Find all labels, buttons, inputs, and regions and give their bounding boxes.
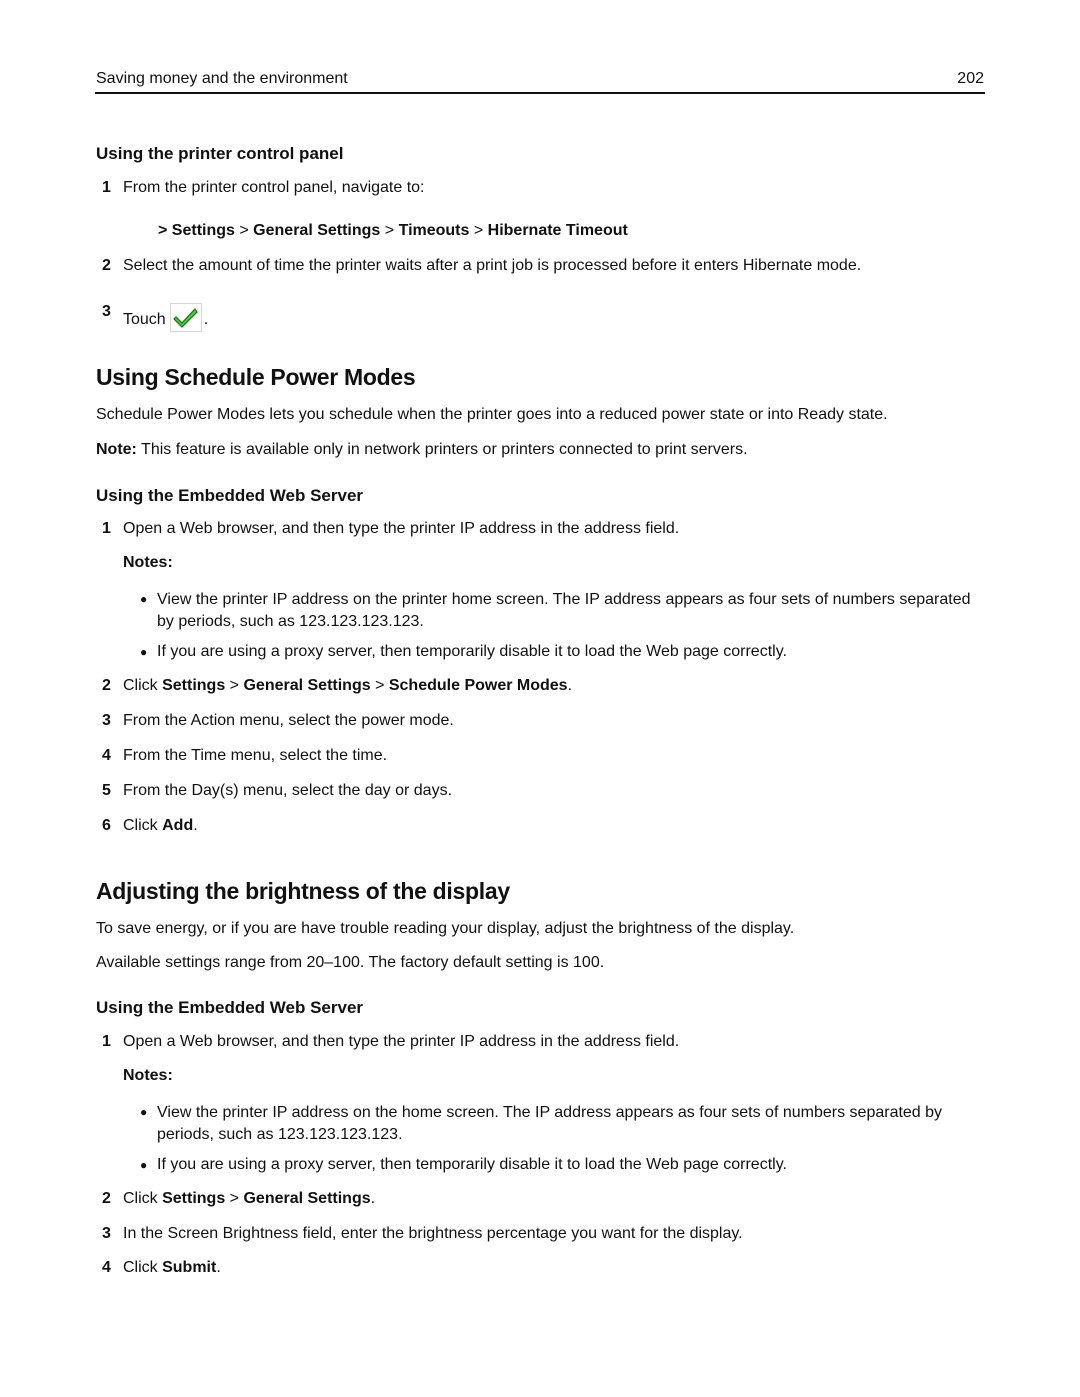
subheading-embedded-web-server: Using the Embedded Web Server [96, 998, 364, 1017]
path-separator: > [239, 222, 249, 239]
step-text: Click Settings > General Settings > Sche… [123, 677, 572, 695]
brightness-intro: To save energy, or if you are have troub… [96, 920, 795, 937]
note-bullet-text: View the printer IP address on the print… [157, 591, 971, 630]
step-number: 4 [102, 747, 111, 764]
bullet-icon: ● [140, 592, 148, 606]
path-separator: > [225, 677, 244, 694]
ui-add: Add [162, 817, 194, 834]
brightness-range: Available settings range from 20–100. Th… [96, 954, 605, 971]
step-text: Click Submit. [123, 1259, 221, 1277]
notes-label: Notes: [123, 1067, 173, 1084]
path-item-settings: Settings [171, 222, 235, 239]
step-text: From the Time menu, select the time. [123, 747, 388, 764]
step-text: Open a Web browser, and then type the pr… [123, 520, 680, 537]
bullet-icon: ● [140, 645, 148, 659]
ui-general-settings: General Settings [243, 677, 371, 694]
touch-label: Touch [123, 311, 166, 328]
bullet-icon: ● [140, 1105, 148, 1119]
note-text: This feature is available only in networ… [136, 441, 748, 458]
step-number: 2 [102, 1190, 111, 1207]
step-text: From the printer control panel, navigate… [123, 179, 425, 196]
period: . [216, 1259, 221, 1276]
path-item-general-settings: General Settings [253, 222, 381, 239]
period: . [567, 677, 573, 694]
step-number: 6 [102, 817, 111, 834]
step-text: Click Add. [123, 817, 198, 835]
ui-settings: Settings [162, 1190, 226, 1207]
step-prefix: Click [123, 677, 163, 694]
step-number: 1 [102, 520, 111, 537]
step-number: 2 [102, 257, 111, 274]
path-separator: > [384, 222, 395, 239]
section-title-schedule-power-modes: Using Schedule Power Modes [96, 364, 416, 390]
notes-label: Notes: [123, 554, 173, 571]
subheading-embedded-web-server: Using the Embedded Web Server [96, 486, 364, 505]
step-number: 3 [102, 712, 111, 729]
ui-general-settings: General Settings [243, 1190, 371, 1207]
period: . [370, 1190, 376, 1207]
ui-schedule-power-modes: Schedule Power Modes [388, 677, 568, 694]
period: . [203, 311, 209, 328]
note-bullet-text: View the printer IP address on the home … [157, 1104, 943, 1143]
path-separator: > [158, 222, 168, 239]
page-number: 202 [957, 70, 984, 87]
ui-settings: Settings [162, 677, 226, 694]
step-text: From the Action menu, select the power m… [123, 712, 454, 729]
step-text: In the Screen Brightness field, enter th… [123, 1225, 743, 1242]
path-separator: > [225, 1190, 244, 1207]
subheading-control-panel: Using the printer control panel [96, 144, 344, 163]
period: . [193, 817, 198, 834]
menu-path: > Settings > General Settings > Timeouts… [158, 222, 628, 240]
green-checkmark-icon [173, 308, 198, 328]
step-prefix: Click [123, 1259, 163, 1276]
schedule-note: Note: This feature is available only in … [96, 441, 748, 459]
note-bullet-text: If you are using a proxy server, then te… [157, 643, 787, 660]
note-label: Note: [96, 441, 137, 458]
path-separator: > [473, 222, 484, 239]
step-text: Click Settings > General Settings. [123, 1190, 375, 1208]
note-bullet-text: If you are using a proxy server, then te… [157, 1156, 787, 1173]
step-number: 3 [102, 303, 111, 320]
path-separator: > [370, 677, 389, 694]
running-header-title: Saving money and the environment [96, 70, 348, 87]
path-item-timeouts: Timeouts [398, 222, 470, 239]
step-number: 4 [102, 1259, 111, 1276]
step-text: Touch. [123, 303, 208, 332]
step-text: From the Day(s) menu, select the day or … [123, 782, 453, 799]
step-number: 1 [102, 1033, 111, 1050]
header-divider [95, 92, 985, 94]
path-item-hibernate-timeout: Hibernate Timeout [487, 222, 628, 239]
step-number: 5 [102, 782, 111, 799]
step-number: 2 [102, 677, 111, 694]
step-number: 1 [102, 179, 111, 196]
submit-check-button [169, 303, 202, 332]
step-text: Select the amount of time the printer wa… [123, 257, 862, 274]
ui-submit: Submit [162, 1259, 217, 1276]
step-text: Open a Web browser, and then type the pr… [123, 1033, 680, 1050]
section-title-brightness: Adjusting the brightness of the display [96, 878, 510, 904]
bullet-icon: ● [140, 1158, 148, 1172]
step-number: 3 [102, 1225, 111, 1242]
step-prefix: Click [123, 1190, 163, 1207]
schedule-intro: Schedule Power Modes lets you schedule w… [96, 406, 888, 423]
step-prefix: Click [123, 817, 163, 834]
